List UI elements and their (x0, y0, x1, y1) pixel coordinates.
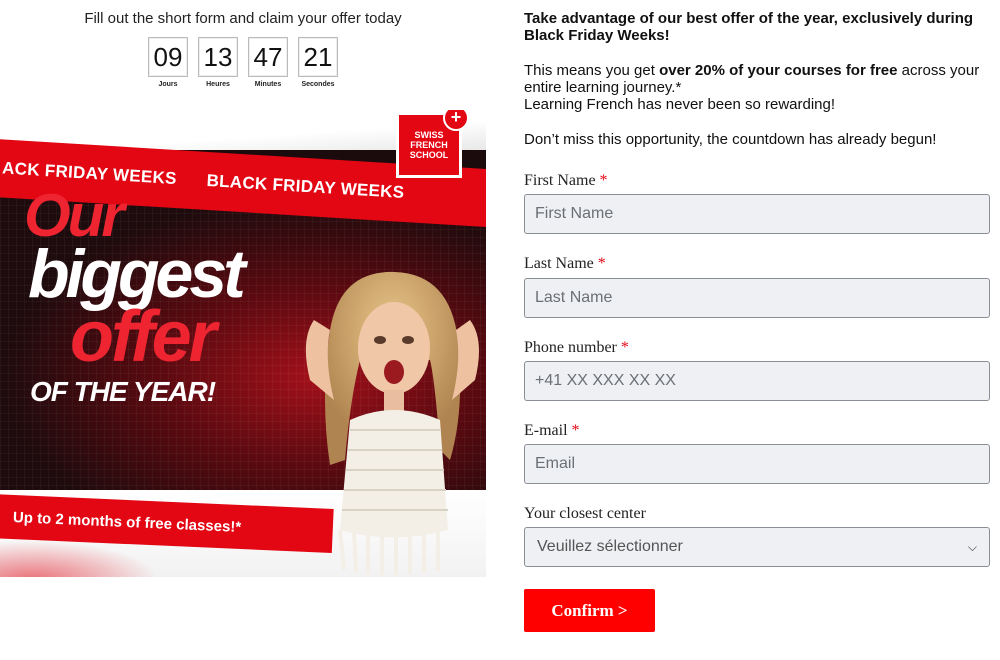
banner-glow (0, 540, 160, 577)
countdown-hours-value: 13 (198, 37, 238, 77)
promo-countdown-note: Don’t miss this opportunity, the countdo… (524, 131, 937, 148)
promo-line-2: Learning French has never been so reward… (524, 96, 836, 113)
confirm-button[interactable]: Confirm > (524, 589, 655, 632)
center-label: Your closest center (524, 505, 646, 522)
countdown-minutes-value: 47 (248, 37, 288, 77)
required-marker: * (599, 172, 608, 189)
logo-text: SWISS FRENCH SCHOOL (409, 130, 449, 160)
countdown-minutes: 47 Minutes (248, 37, 288, 88)
free-classes-text: Up to 2 months of free classes!* (12, 508, 242, 536)
swiss-french-school-logo: SWISS FRENCH SCHOOL + (396, 110, 469, 178)
countdown-hours-label: Heures (206, 81, 230, 88)
required-marker: * (597, 255, 606, 272)
countdown-minutes-label: Minutes (254, 81, 282, 88)
required-marker: * (620, 339, 629, 356)
promo-body: This means you get over 20% of your cour… (524, 62, 990, 96)
countdown-seconds-value: 21 (298, 37, 338, 77)
email-input[interactable] (524, 444, 990, 484)
promo-body-prefix: This means you get (524, 62, 660, 79)
center-select[interactable]: Veuillez sélectionner ⌵ (524, 527, 990, 567)
promo-body-bold: over 20% of your courses for free (659, 62, 898, 79)
phone-input[interactable] (524, 361, 990, 401)
promo-banner-image: ACK FRIDAY WEEKS BLACK FRIDAY WEEKS SWIS… (0, 110, 486, 577)
promo-heading: Take advantage of our best offer of the … (524, 10, 974, 44)
last-name-input[interactable] (524, 278, 990, 318)
phone-label-text: Phone number (524, 339, 617, 356)
countdown-seconds-label: Secondes (301, 81, 335, 88)
headline-biggest: biggest (28, 236, 246, 312)
countdown-days-value: 09 (148, 37, 188, 77)
countdown-days: 09 Jours (148, 37, 188, 88)
last-name-label-text: Last Name (524, 255, 594, 272)
countdown-days-label: Jours (158, 81, 178, 88)
phone-label: Phone number * (524, 339, 629, 357)
email-label-text: E-mail (524, 422, 568, 439)
headline-of-the-year: OF THE YEAR! (30, 376, 216, 407)
first-name-input[interactable] (524, 194, 990, 234)
cta-text: Fill out the short form and claim your o… (84, 10, 402, 27)
last-name-label: Last Name * (524, 255, 606, 273)
headline-offer: offer (70, 297, 217, 377)
offer-column: Fill out the short form and claim your o… (0, 0, 486, 660)
first-name-label-text: First Name (524, 172, 596, 189)
required-marker: * (571, 422, 580, 439)
countdown-hours: 13 Heures (198, 37, 238, 88)
chevron-down-icon: ⌵ (967, 539, 977, 554)
center-select-value: Veuillez sélectionner (537, 538, 683, 555)
countdown-seconds: 21 Secondes (298, 37, 338, 88)
email-label: E-mail * (524, 422, 580, 440)
banner-headline: Our biggest offer OF THE YEAR! (24, 186, 246, 408)
first-name-label: First Name * (524, 172, 608, 190)
countdown-timer: 09 Jours 13 Heures 47 Minutes 21 Seconde… (148, 37, 338, 88)
